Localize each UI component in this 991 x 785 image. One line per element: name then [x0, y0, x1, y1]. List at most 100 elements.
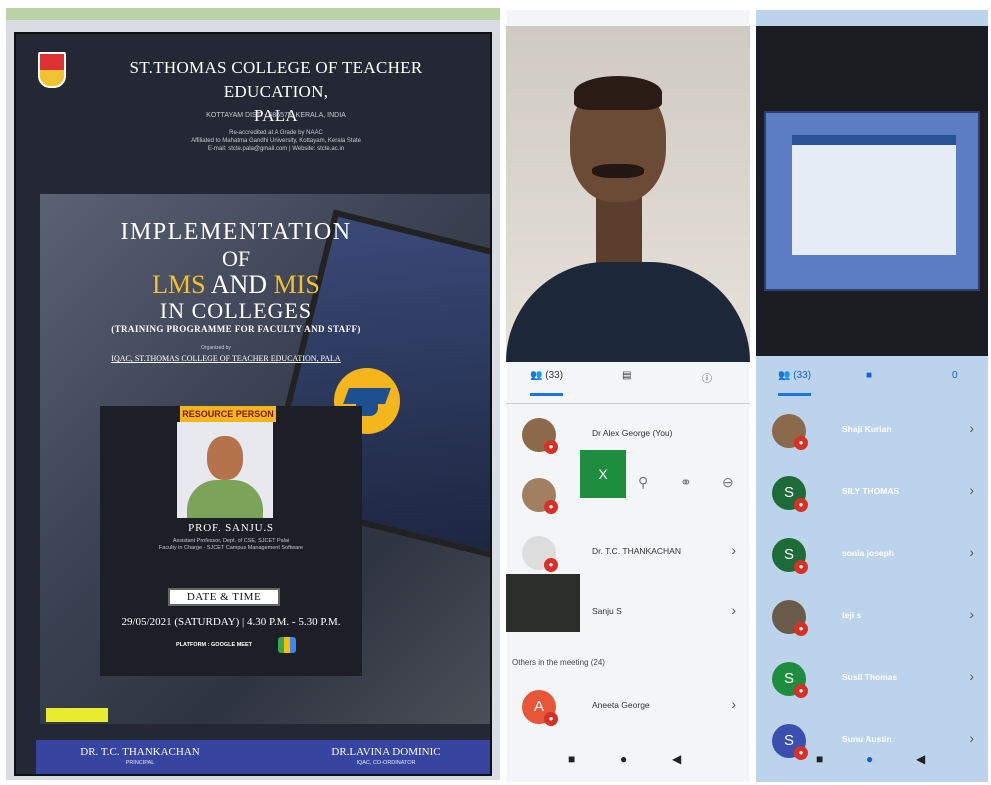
resource-person-name: PROF. SANJU.S	[188, 522, 274, 534]
date-time-value: 29/05/2021 (SATURDAY) | 4.30 P.M. - 5.30…	[121, 616, 341, 628]
college-logo-icon	[38, 52, 66, 88]
resource-person-desc1: Assistant Professor, Dept. of CSE, SJCET…	[172, 538, 290, 544]
info-count: 0	[952, 370, 958, 381]
others-section-label: Others in the meeting (24)	[512, 658, 605, 667]
chevron-right-icon: ›	[969, 606, 974, 622]
meet-tabs: 👥 (33) ▤ ⓘ	[506, 356, 750, 404]
participant-name: Aneeta George	[592, 700, 650, 710]
event-poster: ST.THOMAS COLLEGE OF TEACHER EDUCATION, …	[6, 8, 500, 780]
home-icon[interactable]: ●	[620, 752, 627, 766]
people-icon: 👥	[530, 370, 543, 381]
google-meet-icon	[278, 637, 296, 653]
remove-participant-button[interactable]: X	[580, 450, 626, 498]
decorative-strip	[46, 708, 108, 722]
participant-row[interactable]: ● Shaji Kurian ›	[756, 402, 988, 462]
college-name-line1: ST.THOMAS COLLEGE OF TEACHER EDUCATION,	[129, 58, 423, 101]
resource-person-desc2: Faculty in Charge - SJCET Campus Managem…	[158, 545, 304, 551]
coordinator-role: IQAC, CO-ORDINATOR	[356, 760, 416, 766]
people-count: (33)	[793, 370, 812, 381]
platform-label: PLATFORM : GOOGLE MEET	[176, 642, 252, 648]
title-line4: IN COLLEGES	[159, 298, 313, 323]
mic-off-icon: ●	[794, 622, 808, 636]
participant-name: sonia joseph	[842, 548, 894, 558]
participant-row[interactable]: S ● sonia joseph ›	[756, 526, 988, 586]
participant-name: Susil Thomas	[842, 672, 898, 682]
participant-row[interactable]: Sanju S ›	[506, 584, 750, 644]
resource-person-photo	[177, 422, 273, 518]
tab-info[interactable]: 0	[952, 370, 958, 381]
accreditation-line1: Re-accredited at A Grade by NAAC	[229, 130, 323, 136]
tab-people[interactable]: 👥 (33)	[530, 370, 564, 396]
college-contact: E-mail: stcte.pala@gmail.com | Website: …	[207, 146, 345, 152]
tab-chat[interactable]: ■	[866, 370, 872, 381]
android-nav-bar: ■ ● ◀	[506, 748, 750, 774]
title-line2: OF	[221, 246, 251, 271]
mic-off-icon: ●	[544, 712, 558, 726]
principal-name: DR. T.C. THANKACHAN	[80, 746, 200, 758]
mute-icon[interactable]: ⚭	[680, 474, 692, 491]
title-line1: IMPLEMENTATION	[120, 219, 352, 245]
organized-by-label: Organized by	[201, 345, 231, 351]
date-time-label: DATE & TIME	[168, 588, 280, 606]
shared-screen	[764, 111, 980, 291]
meet-screenshot-screenshare: 👥 (33) ■ 0 ● Shaji Kurian › S ● SILY THOMAS › S…	[756, 10, 988, 782]
mic-off-icon: ●	[794, 498, 808, 512]
chevron-right-icon: ›	[969, 420, 974, 436]
meet-screenshot-participants: 👥 (33) ▤ ⓘ ● Dr Alex George (You) ● X ⚲ …	[506, 10, 750, 782]
home-icon[interactable]: ●	[866, 752, 873, 766]
title-line3: LMS AND MIS	[56, 270, 416, 300]
participant-name: Sanju S	[592, 606, 622, 616]
title-mis: MIS	[273, 270, 320, 299]
mic-off-icon: ●	[794, 560, 808, 574]
chevron-right-icon: ›	[731, 602, 736, 618]
back-icon[interactable]: ◀	[916, 752, 925, 766]
remove-icon[interactable]: ⊖	[722, 474, 734, 491]
participant-name: teji s	[842, 610, 862, 620]
pin-icon[interactable]: ⚲	[638, 474, 648, 491]
participant-name: Sunu Austin	[842, 734, 892, 744]
college-address: KOTTAYAM DIST. - 686575, KERALA, INDIA	[206, 112, 346, 119]
android-nav-bar: ■ ● ◀	[756, 748, 988, 774]
title-and: AND	[210, 270, 268, 299]
resource-person-card: RESOURCE PERSON PROF. SANJU.S Assistant …	[100, 406, 362, 676]
mic-off-icon: ●	[544, 500, 558, 514]
participant-row[interactable]: S ● Susil Thomas ›	[756, 650, 988, 710]
mic-off-icon: ●	[794, 684, 808, 698]
accreditation-line2: Affiliated to Mahatma Gandhi University,…	[191, 138, 361, 144]
resource-person-label: RESOURCE PERSON	[180, 406, 276, 422]
poster-footer: DR. T.C. THANKACHAN PRINCIPAL DR.LAVINA …	[36, 740, 490, 774]
tab-people[interactable]: 👥 (33)	[778, 370, 812, 396]
tab-chat[interactable]: ▤	[622, 370, 631, 381]
chevron-right-icon: ›	[969, 482, 974, 498]
chat-icon: ▤	[622, 370, 632, 381]
people-count: (33)	[545, 370, 564, 381]
participant-row[interactable]: A ● Aneeta George ›	[506, 678, 750, 738]
organizer-name: IQAC, ST.THOMAS COLLEGE OF TEACHER EDUCA…	[111, 354, 341, 363]
people-icon: 👥	[778, 370, 791, 381]
mic-off-icon: ●	[544, 558, 558, 572]
mic-off-icon: ●	[544, 440, 558, 454]
screen-share-view	[756, 26, 988, 356]
recents-icon[interactable]: ■	[568, 752, 575, 766]
participant-name: SILY THOMAS	[842, 486, 900, 496]
chevron-right-icon: ›	[969, 544, 974, 560]
participant-row[interactable]: ● teji s ›	[756, 588, 988, 648]
participant-row[interactable]: S ● SILY THOMAS ›	[756, 464, 988, 524]
principal-role: PRINCIPAL	[125, 760, 155, 766]
chevron-right-icon: ›	[969, 668, 974, 684]
coordinator-name: DR.LAVINA DOMINIC	[331, 746, 441, 758]
chat-icon: ■	[866, 370, 873, 381]
participant-row[interactable]: ● Dr Alex George (You)	[506, 406, 750, 466]
participant-name: Dr Alex George (You)	[592, 428, 673, 438]
mic-off-icon: ●	[794, 436, 808, 450]
chevron-right-icon: ›	[731, 542, 736, 558]
participant-name: Dr. T.C. THANKACHAN	[592, 546, 681, 556]
participant-row[interactable]: ●	[506, 466, 750, 526]
participant-name: Shaji Kurian	[842, 424, 892, 434]
chevron-right-icon: ›	[969, 730, 974, 746]
tab-info[interactable]: ⓘ	[702, 370, 712, 385]
meet-tabs: 👥 (33) ■ 0	[756, 356, 988, 404]
recents-icon[interactable]: ■	[816, 752, 823, 766]
back-icon[interactable]: ◀	[672, 752, 681, 766]
speaker-video	[506, 26, 750, 362]
